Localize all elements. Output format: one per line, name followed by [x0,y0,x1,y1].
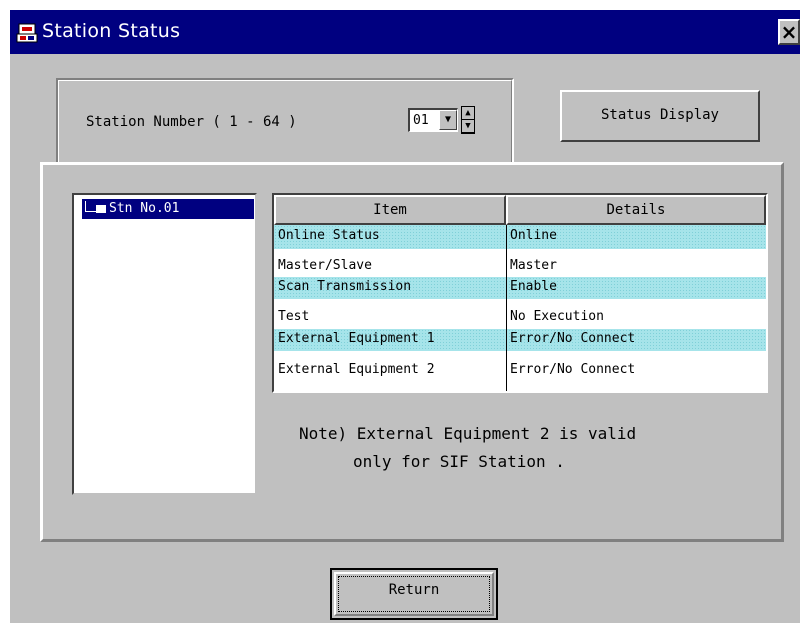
station-status-window: Station Status × Station Number ( 1 - 64… [8,8,800,623]
item-cell: Online Status [278,228,380,243]
table-row[interactable]: Online Status Online [274,225,766,249]
details-cell: Master [510,258,557,273]
return-label: Return [388,582,440,598]
details-cell: Enable [510,279,557,294]
title-bar[interactable]: Station Status × [10,10,800,54]
details-cell: Error/No Connect [510,362,636,377]
tree-item-label: Stn No.01 [109,201,180,216]
close-icon: × [780,20,798,44]
note-line-1: Note) External Equipment 2 is valid [299,424,637,443]
table-row[interactable]: Master/Slave Master [274,255,766,279]
station-status-app-icon [16,23,38,43]
return-button[interactable]: Return [330,568,498,620]
status-table[interactable]: Item Details Online Status Online Master… [272,193,768,393]
arrow-down-icon: ▼ [465,121,471,131]
dropdown-button[interactable]: ▼ [439,110,457,130]
station-number-label: Station Number ( 1 - 64 ) [86,114,297,130]
item-cell: Test [278,309,310,324]
spin-down-button[interactable]: ▼ [462,120,474,132]
status-display-label: Status Display [600,107,719,123]
table-row[interactable]: External Equipment 1 Error/No Connect [274,329,766,351]
column-divider [506,225,507,391]
item-cell: Scan Transmission [278,279,412,294]
details-cell: No Execution [510,309,604,324]
chevron-down-icon: ▼ [444,114,452,125]
status-panel: Stn No.01 Item Details Online Status Onl… [40,162,784,542]
column-header-details[interactable]: Details [506,195,766,225]
station-number-value: 01 [413,113,429,128]
tree-item-station[interactable]: Stn No.01 [82,199,254,219]
note-line-2: only for SIF Station . [353,452,565,471]
folder-icon [96,205,106,213]
table-row[interactable]: Scan Transmission Enable [274,277,766,299]
tree-connector-icon [85,201,96,212]
status-display-button[interactable]: Status Display [560,90,760,142]
column-header-item[interactable]: Item [274,195,506,225]
arrow-up-icon: ▲ [465,108,471,118]
item-cell: External Equipment 2 [278,362,435,377]
station-number-select[interactable]: 01 ▼ [408,108,458,132]
station-tree[interactable]: Stn No.01 [72,193,257,495]
table-row[interactable]: Test No Execution [274,307,766,329]
details-cell: Error/No Connect [510,331,636,346]
details-cell: Online [510,228,557,243]
spin-up-button[interactable]: ▲ [462,107,474,119]
item-cell: External Equipment 1 [278,331,435,346]
table-row[interactable]: External Equipment 2 Error/No Connect [274,359,766,383]
window-title: Station Status [42,20,181,42]
item-cell: Master/Slave [278,258,372,273]
close-button[interactable]: × [778,19,800,45]
station-number-spinner: ▲ ▼ [461,106,475,134]
